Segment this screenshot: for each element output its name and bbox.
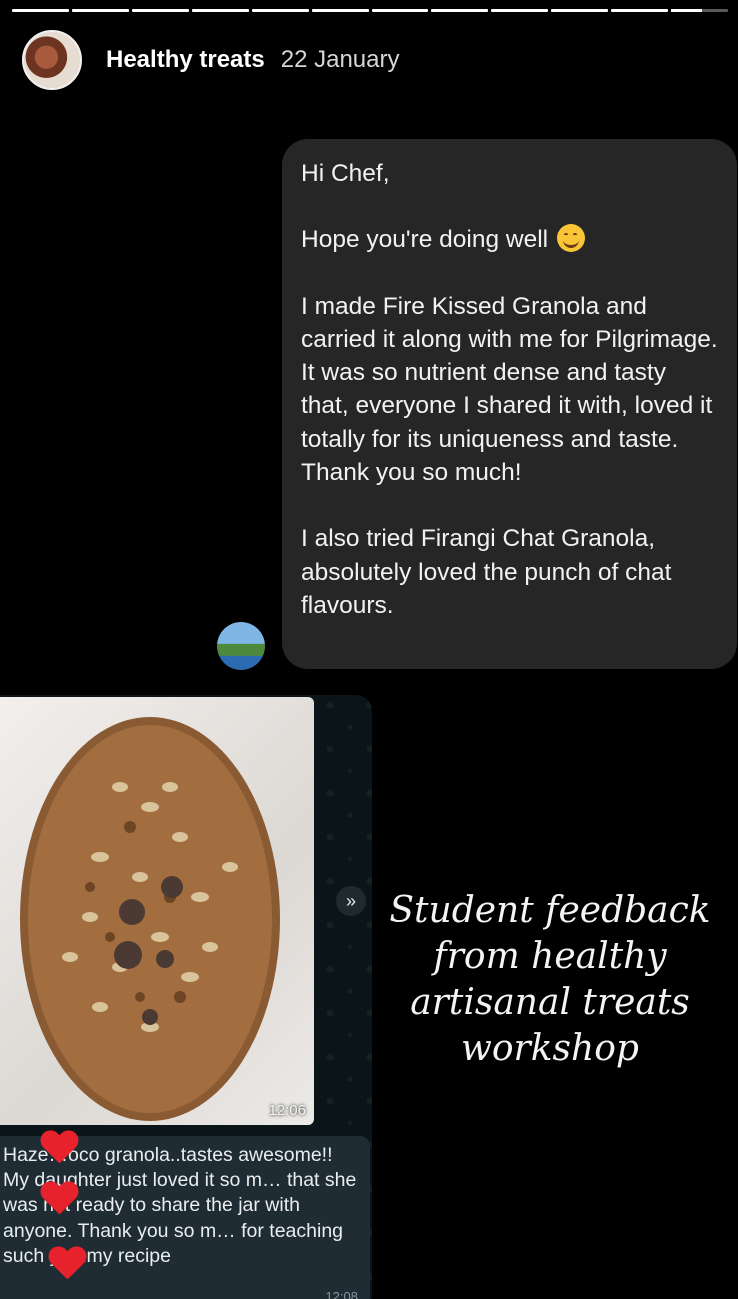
progress-segment bbox=[371, 9, 429, 12]
story-progress-bar bbox=[12, 9, 729, 12]
story-date: 22 January bbox=[280, 46, 400, 73]
heart-sticker bbox=[40, 1131, 78, 1165]
message-line: Hope you're doing well bbox=[301, 223, 719, 256]
message-bubble: Hi Chef, Hope you're doing well I made F… bbox=[282, 139, 737, 669]
smiling-face-icon bbox=[556, 224, 585, 253]
story-caption: Student feedback from healthy artisanal … bbox=[389, 890, 711, 1069]
account-avatar[interactable] bbox=[22, 30, 82, 90]
progress-segment bbox=[431, 9, 489, 12]
progress-segment bbox=[311, 9, 369, 12]
progress-segment bbox=[131, 9, 189, 12]
progress-segment bbox=[251, 9, 309, 12]
message-paragraph-2: I also tried Firangi Chat Granola, absol… bbox=[301, 525, 672, 619]
granola-board-illustration bbox=[20, 717, 280, 1121]
story-header: Healthy treats 22 January bbox=[22, 30, 399, 90]
progress-segment bbox=[12, 9, 69, 12]
forward-icon[interactable]: » bbox=[336, 886, 366, 916]
progress-segment bbox=[611, 9, 669, 12]
whatsapp-screenshot: 12:06 Haze…oco granola..tastes awesome!!… bbox=[0, 695, 372, 1299]
progress-segment-active bbox=[671, 9, 729, 12]
granola-photo: 12:06 bbox=[0, 697, 314, 1125]
message-greeting: Hi Chef, bbox=[301, 160, 390, 187]
message-line-text: Hope you're doing well bbox=[301, 226, 549, 254]
progress-segment bbox=[71, 9, 129, 12]
progress-segment bbox=[491, 9, 549, 12]
heart-sticker bbox=[48, 1247, 86, 1281]
progress-segment bbox=[191, 9, 249, 12]
message-paragraph-1: I made Fire Kissed Granola and carried i… bbox=[301, 292, 718, 487]
progress-segment bbox=[551, 9, 609, 12]
account-name[interactable]: Healthy treats bbox=[106, 46, 265, 74]
photo-timestamp: 12:06 bbox=[268, 1102, 306, 1119]
heart-sticker bbox=[40, 1182, 78, 1216]
sender-avatar bbox=[217, 622, 265, 670]
message-timestamp: 12:08 bbox=[325, 1289, 358, 1299]
